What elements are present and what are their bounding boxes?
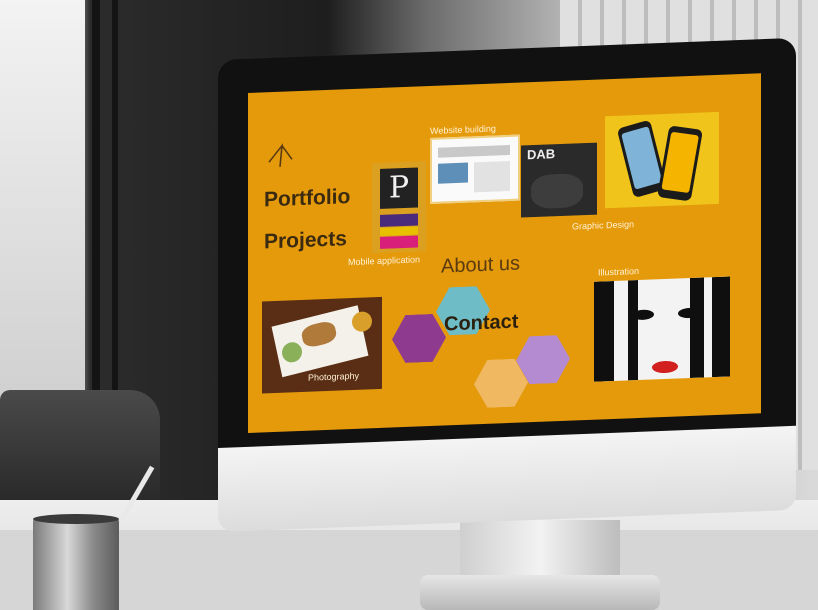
graphic-design-tile[interactable]: DAB — [521, 142, 597, 218]
website-screen: Portfolio Projects P Mobile application … — [248, 73, 761, 433]
projects-link[interactable]: Projects — [264, 227, 347, 254]
hair-stripe — [690, 277, 704, 379]
hair-stripe — [594, 280, 614, 382]
lips — [652, 360, 678, 374]
cup-rim — [33, 514, 119, 524]
graphic-title: DAB — [527, 146, 556, 163]
desk-shadow — [0, 530, 818, 610]
graphic-design-label[interactable]: Graphic Design — [572, 219, 634, 231]
app-bar — [380, 226, 418, 236]
hanger-icon — [268, 143, 293, 167]
graphic-shape — [531, 173, 583, 210]
eye — [632, 309, 654, 321]
photography-label[interactable]: Photography — [308, 371, 359, 383]
web-text-block — [474, 160, 510, 193]
illustration-tile[interactable] — [594, 276, 730, 382]
background-scene: Portfolio Projects P Mobile application … — [0, 0, 818, 610]
website-label[interactable]: Website building — [430, 123, 496, 136]
portfolio-link[interactable]: Portfolio — [264, 185, 350, 212]
phone-right — [657, 125, 703, 202]
monitor-stand-neck — [460, 520, 620, 580]
web-header-strip — [438, 144, 510, 158]
window-light — [0, 0, 85, 400]
illustration-label[interactable]: Illustration — [598, 266, 639, 278]
app-p-icon: P — [380, 167, 418, 209]
contact-link[interactable]: Contact — [444, 311, 518, 337]
about-us-link[interactable]: About us — [441, 253, 520, 279]
mobile-app-tile[interactable]: P — [372, 161, 426, 254]
hair-stripe — [712, 276, 730, 378]
bowl — [352, 311, 372, 333]
phone-screen — [661, 131, 699, 194]
monitor-stand-base — [420, 575, 660, 610]
website-tile[interactable] — [430, 134, 520, 205]
phones-tile[interactable] — [605, 111, 719, 209]
metal-cup — [33, 518, 119, 610]
hair-stripe — [628, 280, 638, 381]
hexagon-purple — [392, 313, 446, 363]
app-bar — [380, 235, 418, 249]
phone-screen — [621, 126, 663, 190]
app-bar — [380, 213, 418, 227]
web-image-block — [438, 162, 468, 184]
mobile-app-label[interactable]: Mobile application — [348, 254, 420, 267]
